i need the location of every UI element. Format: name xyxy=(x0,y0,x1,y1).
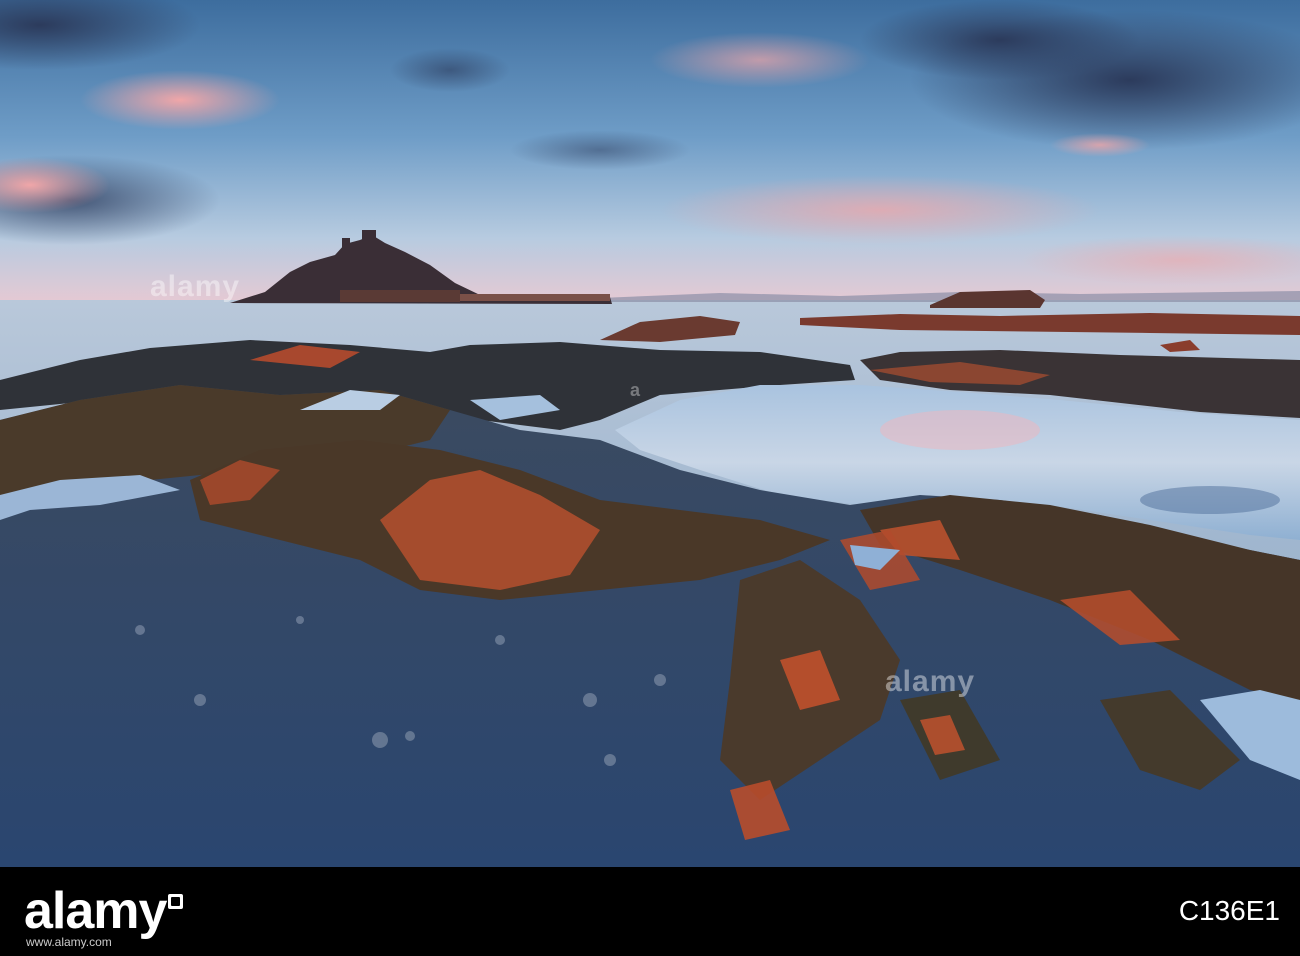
logo-mark-icon xyxy=(168,894,184,909)
seascape-scene xyxy=(0,0,1300,867)
footer-bar: alamy C136E1 www.alamy.com xyxy=(0,867,1300,956)
alamy-logo[interactable]: alamy xyxy=(24,880,184,942)
logo-text: alamy xyxy=(24,882,167,940)
site-url[interactable]: www.alamy.com xyxy=(26,935,112,949)
stock-photo: alamy alamy a xyxy=(0,0,1300,867)
image-id: C136E1 xyxy=(1178,895,1280,926)
